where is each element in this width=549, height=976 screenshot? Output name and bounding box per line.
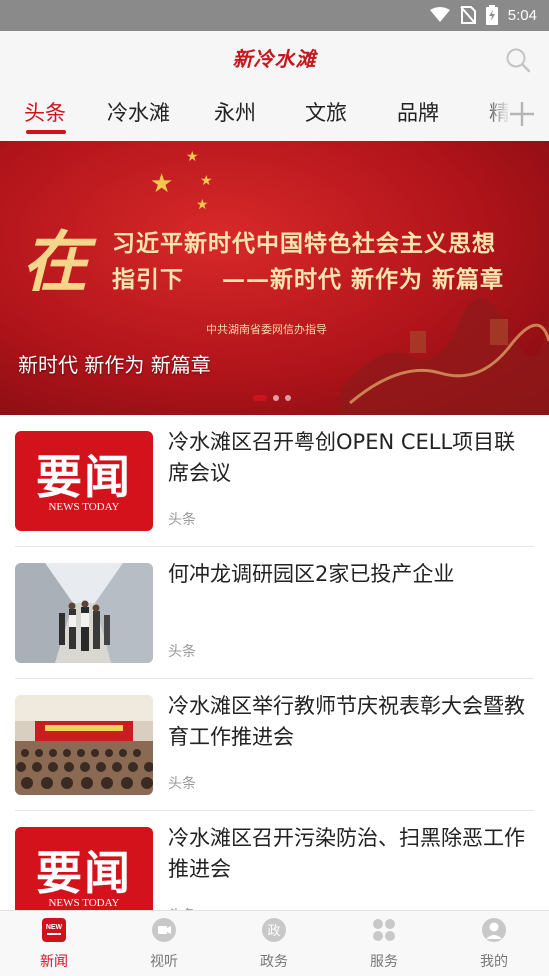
- video-icon: [152, 918, 176, 942]
- news-title[interactable]: 冷水滩区召开粤创OPEN CELL项目联席会议: [168, 427, 530, 489]
- carousel-dot[interactable]: [253, 395, 267, 401]
- tab-culture-tourism[interactable]: 文旅: [305, 97, 347, 127]
- star-icon: ★: [150, 169, 174, 199]
- app-logo: 新冷水滩: [232, 47, 317, 71]
- search-icon: [506, 48, 531, 73]
- add-channel-button[interactable]: [509, 101, 535, 131]
- active-tab-indicator: [26, 130, 66, 134]
- tab-yongzhou[interactable]: 永州: [214, 97, 256, 127]
- channel-tabs: 头条 冷水滩 永州 文旅 品牌 精: [0, 89, 549, 141]
- banner-caption: 新时代 新作为 新篇章: [18, 353, 211, 377]
- nav-audio-video[interactable]: 视听: [124, 917, 204, 971]
- news-item[interactable]: 何冲龙调研园区2家已投产企业 头条: [15, 547, 534, 679]
- star-icon: ★: [196, 197, 209, 213]
- banner-headline-line2: 指引下: [112, 266, 184, 293]
- carousel-dot[interactable]: [273, 395, 279, 401]
- search-button[interactable]: [505, 47, 531, 77]
- nav-label: 新闻: [40, 954, 68, 970]
- clock: 5:04: [507, 6, 537, 24]
- news-list: 要闻 NEWS TODAY 冷水滩区召开粤创OPEN CELL项目联席会议 头条: [0, 415, 549, 943]
- nav-label: 我的: [480, 954, 508, 970]
- banner-headline-line1: 习近平新时代中国特色社会主义思想: [112, 230, 496, 257]
- news-item[interactable]: 冷水滩区举行教师节庆祝表彰大会暨教育工作推进会 头条: [15, 679, 534, 811]
- nav-government[interactable]: 政 政务: [234, 917, 314, 971]
- news-thumbnail: [15, 563, 153, 663]
- thumb-logo-subtext: NEWS TODAY: [48, 897, 120, 909]
- star-icon: ★: [186, 149, 199, 165]
- banner-guide-text: 中共湖南省委网信办指导: [206, 323, 327, 336]
- svg-text:政: 政: [267, 924, 280, 939]
- news-tag: 头条: [168, 644, 196, 660]
- thumb-logo-text: 要闻: [36, 450, 132, 504]
- news-icon: NEW: [42, 918, 66, 942]
- banner-carousel[interactable]: ★ ★ ★ ★ 在 习近平新时代中国特色社会主义思想 指引下 ——新时代 新作为…: [0, 141, 549, 415]
- services-icon: [373, 919, 395, 941]
- nav-services[interactable]: 服务: [344, 917, 424, 971]
- news-thumbnail: 要闻 NEWS TODAY: [15, 431, 153, 531]
- carousel-dots: [253, 395, 291, 401]
- news-thumbnail: [15, 695, 153, 795]
- profile-icon: [482, 918, 506, 942]
- news-title[interactable]: 冷水滩区举行教师节庆祝表彰大会暨教育工作推进会: [168, 691, 530, 753]
- tab-brand[interactable]: 品牌: [397, 97, 439, 127]
- news-tag: 头条: [168, 512, 196, 528]
- thumb-logo-subtext: NEWS TODAY: [48, 501, 120, 513]
- news-title[interactable]: 冷水滩区召开污染防治、扫黑除恶工作推进会: [168, 823, 530, 885]
- nav-label: 视听: [150, 954, 178, 970]
- nav-label: 政务: [260, 954, 288, 970]
- bottom-navigation: NEW 新闻 视听 政 政务 服务 我的: [0, 910, 549, 976]
- news-title[interactable]: 何冲龙调研园区2家已投产企业: [168, 559, 530, 590]
- wifi-icon: [429, 7, 450, 22]
- star-icon: ★: [200, 173, 213, 189]
- no-sim-icon: [460, 6, 476, 24]
- thumb-logo-text: 要闻: [36, 846, 132, 900]
- banner-big-character: 在: [22, 223, 88, 301]
- tab-headlines[interactable]: 头条: [24, 97, 66, 127]
- carousel-dot[interactable]: [285, 395, 291, 401]
- auditorium-photo: [15, 695, 153, 795]
- news-item[interactable]: 要闻 NEWS TODAY 冷水滩区召开粤创OPEN CELL项目联席会议 头条: [15, 415, 534, 547]
- status-bar: 5:04: [0, 0, 549, 31]
- tab-lengshuitan[interactable]: 冷水滩: [107, 97, 170, 127]
- app-header: 新冷水滩: [0, 31, 549, 89]
- plus-icon: [510, 102, 534, 126]
- battery-icon: [485, 5, 498, 25]
- nav-label: 服务: [370, 954, 398, 970]
- banner-headline-slogan: ——新时代 新作为 新篇章: [222, 266, 505, 293]
- government-icon: 政: [262, 918, 286, 942]
- corridor-photo: [15, 563, 153, 663]
- news-tag: 头条: [168, 776, 196, 792]
- svg-text:NEW: NEW: [46, 924, 63, 931]
- nav-profile[interactable]: 我的: [454, 917, 534, 971]
- nav-news[interactable]: NEW 新闻: [14, 917, 94, 971]
